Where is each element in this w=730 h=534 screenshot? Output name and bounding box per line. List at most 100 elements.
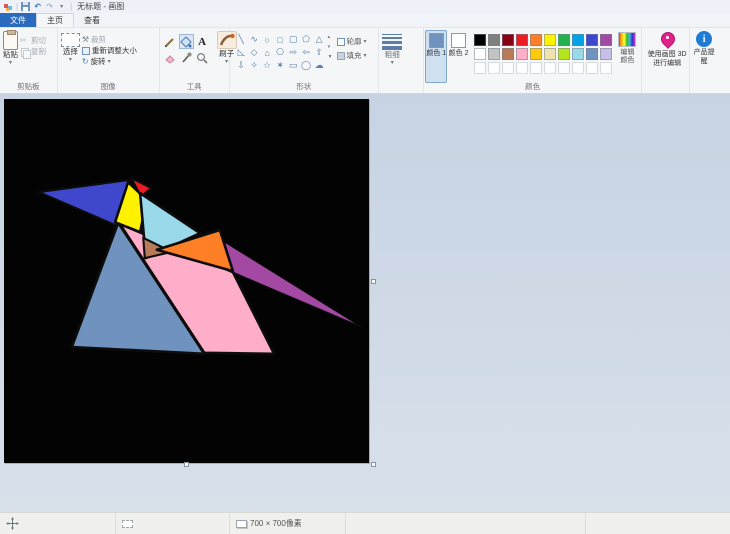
fill-style-icon: [336, 51, 345, 60]
palette-swatch[interactable]: [599, 34, 612, 46]
color1-button[interactable]: 颜色 1: [425, 30, 448, 83]
shapes-scroll-up-icon[interactable]: ▴: [328, 34, 333, 40]
shape-four-point-star-icon[interactable]: ✧: [248, 59, 261, 72]
palette-swatch[interactable]: [585, 48, 598, 60]
magnifier-tool-button[interactable]: [195, 50, 210, 65]
group-colors: 颜色 1 颜色 2 编辑颜色 颜色: [424, 28, 643, 93]
shape-rectangle-icon[interactable]: □: [274, 33, 287, 46]
palette-swatch[interactable]: [529, 34, 542, 46]
palette-empty-slot[interactable]: [543, 62, 556, 74]
shape-rounded-callout-icon[interactable]: ▭: [287, 59, 300, 72]
shape-hexagon-icon[interactable]: ⎔: [274, 46, 287, 59]
shape-right-triangle-icon[interactable]: ◺: [235, 46, 248, 59]
pencil-tool-button[interactable]: [163, 34, 178, 49]
resize-button[interactable]: 重新调整大小: [81, 45, 137, 56]
line-thickness-icon: [382, 34, 403, 50]
color-picker-tool-button[interactable]: [179, 50, 194, 65]
info-icon: i: [696, 31, 713, 47]
undo-button[interactable]: ↶: [32, 2, 43, 12]
group-paint3d: 使用画图 3D 进行编辑: [642, 28, 691, 93]
save-button[interactable]: [20, 2, 31, 12]
palette-swatch[interactable]: [543, 48, 556, 60]
shape-cloud-callout-icon[interactable]: ☁: [313, 59, 326, 72]
palette-swatch[interactable]: [501, 48, 514, 60]
shape-triangle-icon[interactable]: △: [313, 33, 326, 46]
palette-swatch[interactable]: [543, 34, 556, 46]
shape-up-arrow-icon[interactable]: ⇧: [313, 46, 326, 59]
palette-empty-slot[interactable]: [487, 62, 500, 74]
shape-oval-callout-icon[interactable]: ◯: [300, 59, 313, 72]
palette-swatch[interactable]: [557, 34, 570, 46]
palette-empty-slot[interactable]: [571, 62, 584, 74]
shape-polygon-icon[interactable]: ⬠: [300, 33, 313, 46]
palette-empty-slot[interactable]: [557, 62, 570, 74]
edit-colors-button[interactable]: 编辑颜色: [615, 30, 640, 83]
palette-empty-slot[interactable]: [473, 62, 486, 74]
eraser-tool-button[interactable]: [163, 50, 178, 65]
shape-rounded-rectangle-icon[interactable]: ▢: [287, 33, 300, 46]
group-alerts: i 产品提醒: [690, 28, 730, 93]
shape-left-arrow-icon[interactable]: ⇦: [300, 46, 313, 59]
shape-down-arrow-icon[interactable]: ⇩: [235, 59, 248, 72]
shape-oval-icon[interactable]: ○: [261, 33, 274, 46]
tab-file[interactable]: 文件: [0, 13, 36, 27]
drawing-canvas[interactable]: [4, 99, 369, 463]
color2-swatch: [451, 33, 467, 48]
color2-button[interactable]: 颜色 2: [447, 30, 469, 83]
palette-empty-slot[interactable]: [515, 62, 528, 74]
shape-six-point-star-icon[interactable]: ✶: [274, 59, 287, 72]
rotate-button[interactable]: 旋转 ▾: [82, 56, 137, 67]
tab-home[interactable]: 主页: [36, 13, 74, 27]
palette-swatch[interactable]: [515, 48, 528, 60]
paste-button[interactable]: 粘贴 ▾: [1, 30, 20, 83]
palette-swatch[interactable]: [599, 48, 612, 60]
shape-diamond-icon[interactable]: ◇: [248, 46, 261, 59]
outline-button[interactable]: 轮廓 ▾: [336, 36, 367, 47]
palette-swatch[interactable]: [501, 34, 514, 46]
shape-pentagon-icon[interactable]: ⌂: [261, 46, 274, 59]
palette-empty-slot[interactable]: [501, 62, 514, 74]
copy-button[interactable]: 复制: [20, 46, 46, 59]
copy-icon: [20, 47, 31, 59]
qat-dropdown-icon[interactable]: ▾: [56, 2, 67, 12]
size-button[interactable]: 粗细 ▾: [380, 30, 404, 83]
canvas-resize-handle-corner[interactable]: [371, 462, 376, 467]
chevron-down-icon: ▾: [8, 59, 12, 66]
fill-icon: [180, 35, 192, 48]
shape-five-point-star-icon[interactable]: ☆: [261, 59, 274, 72]
tab-view[interactable]: 查看: [74, 13, 110, 27]
palette-swatch[interactable]: [473, 34, 486, 46]
edit-with-paint3d-button[interactable]: 使用画图 3D 进行编辑: [643, 30, 691, 83]
product-alerts-button[interactable]: i 产品提醒: [691, 30, 717, 83]
palette-empty-slot[interactable]: [585, 62, 598, 74]
shape-line-icon[interactable]: ╲: [235, 33, 248, 46]
shapes-scroll-down-icon[interactable]: ▾: [328, 44, 333, 50]
palette-swatch[interactable]: [557, 48, 570, 60]
shapes-more-icon[interactable]: ▼: [328, 54, 333, 60]
text-tool-button[interactable]: A: [195, 34, 210, 49]
palette-empty-slot[interactable]: [599, 62, 612, 74]
palette-swatch[interactable]: [585, 34, 598, 46]
select-button[interactable]: 选择 ▾: [59, 30, 82, 83]
selection-size-icon: [122, 519, 133, 528]
workspace: [0, 94, 730, 512]
redo-button[interactable]: ↷: [44, 2, 55, 12]
fill-tool-button[interactable]: [178, 34, 194, 49]
fill-button[interactable]: 填充 ▾: [336, 50, 367, 61]
group-tools: A 刷子 ▾ 工具: [160, 28, 237, 93]
palette-swatch[interactable]: [487, 34, 500, 46]
crop-button[interactable]: 裁剪: [82, 34, 137, 45]
canvas-resize-handle-right[interactable]: [371, 279, 376, 284]
palette-swatch[interactable]: [571, 48, 584, 60]
palette-swatch[interactable]: [529, 48, 542, 60]
canvas-resize-handle-bottom[interactable]: [184, 462, 189, 467]
shape-curve-icon[interactable]: ∿: [248, 33, 261, 46]
palette-swatch[interactable]: [571, 34, 584, 46]
palette-swatch[interactable]: [515, 34, 528, 46]
palette-swatch[interactable]: [473, 48, 486, 60]
shape-right-arrow-icon[interactable]: ⇨: [287, 46, 300, 59]
palette-empty-slot[interactable]: [529, 62, 542, 74]
group-label-clipboard: 剪贴板: [17, 82, 40, 91]
palette-swatch[interactable]: [487, 48, 500, 60]
cut-button[interactable]: 剪切: [20, 35, 46, 46]
